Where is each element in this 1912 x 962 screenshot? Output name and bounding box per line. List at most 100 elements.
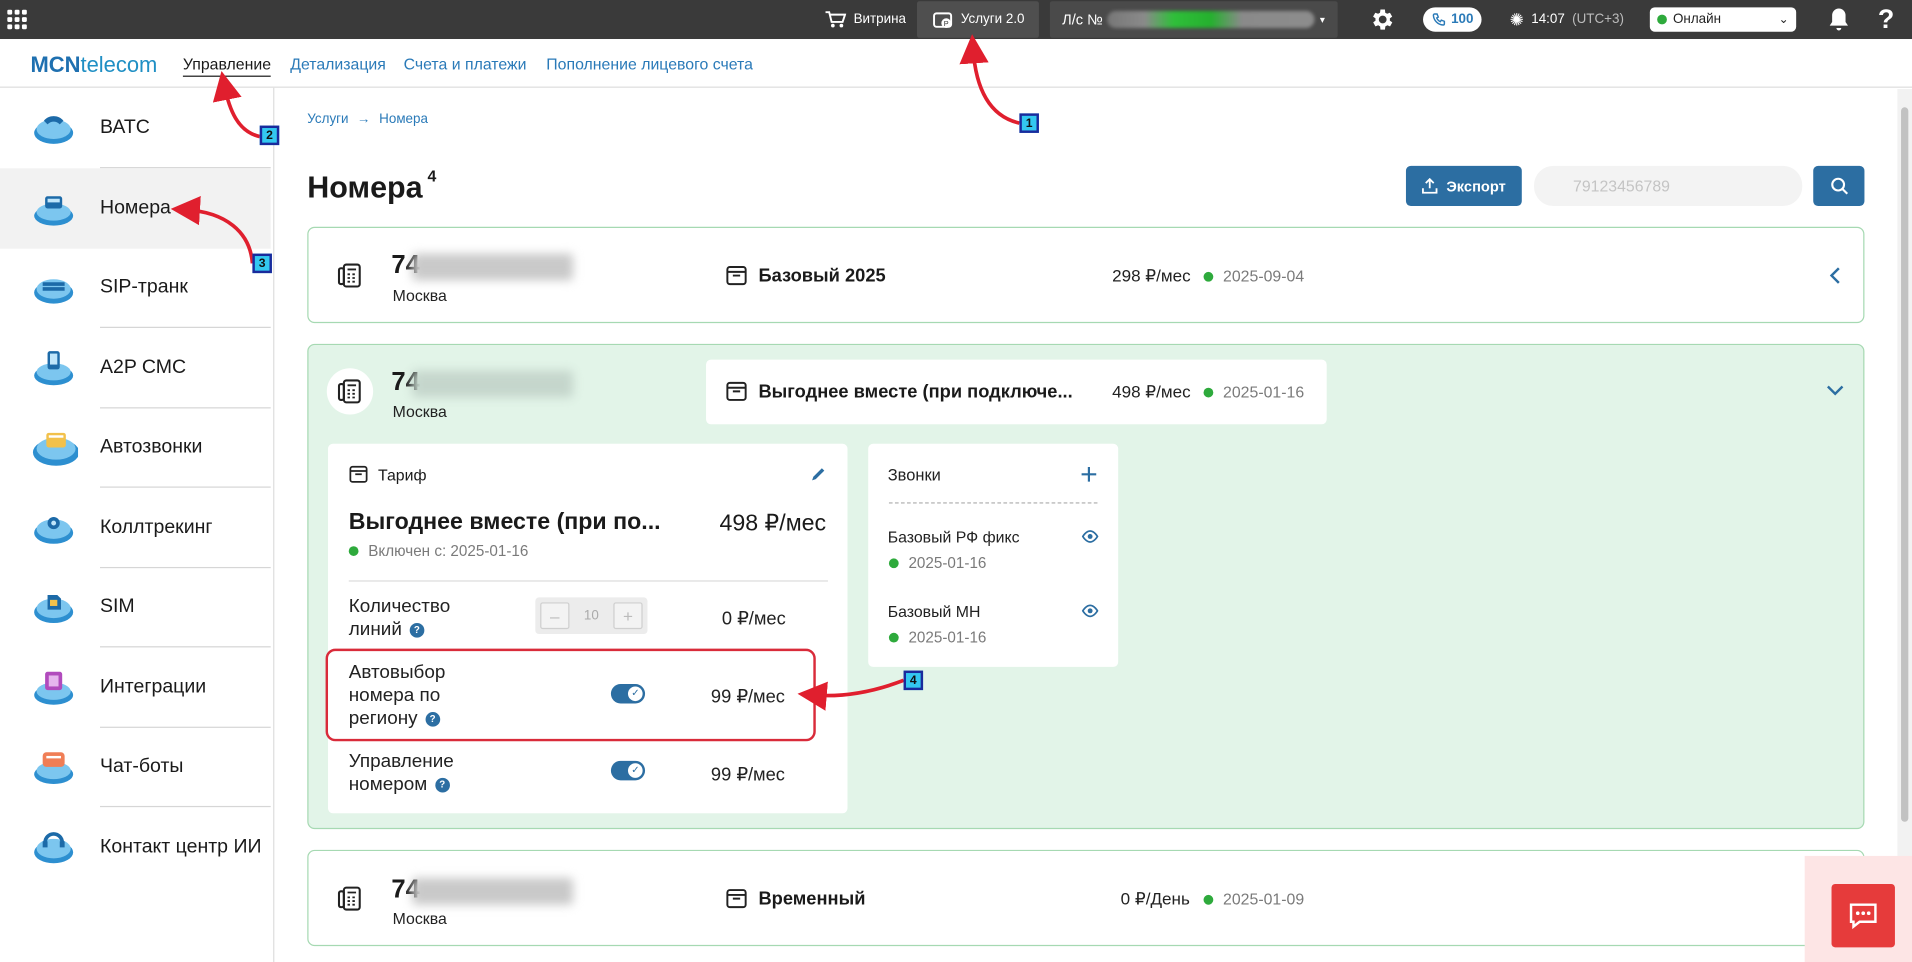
sidebar-item-ai-contact-center[interactable]: Контакт центр ИИ [0,807,271,887]
chat-button[interactable] [1831,883,1895,948]
arrow-right-icon: → [357,112,371,127]
sidebar-item-a2p-sms[interactable]: A2P СМС [0,328,271,409]
vitrina-link[interactable]: Витрина [824,0,906,39]
number-management-price: 99 ₽/мес [710,764,785,786]
export-button[interactable]: Экспорт [1405,165,1522,207]
chat-bubble-icon [1849,903,1877,930]
status-dot [888,632,899,643]
account-number-redacted [1107,10,1316,29]
lines-count-label: Количество линий ? [348,596,451,641]
main-nav-bar [0,39,1912,88]
help-button[interactable]: ? [1878,0,1894,39]
sidebar-item-autocalls[interactable]: Автозвонки [0,407,271,488]
breadcrumb-services[interactable]: Услуги [307,112,348,127]
current-time: 14:07 [1531,12,1565,27]
desk-phone-icon [337,379,361,404]
sidebar-item-vats[interactable]: ВАТС [0,88,271,169]
sidebar-item-label: Коллтрекинг [99,516,213,538]
annotation-highlight-box [325,648,816,742]
tariff-date: 2025-01-16 [1203,383,1304,401]
sip-trunk-cloud-icon [34,279,74,304]
archive-box-icon [349,465,368,483]
eye-icon[interactable] [1081,604,1099,619]
annotation-marker-2: 2 [259,125,280,146]
eye-icon[interactable] [1081,529,1099,544]
sidebar-item-label: A2P СМС [99,357,187,378]
sim-cloud-icon [34,594,74,624]
services-button[interactable]: P Услуги 2.0 [916,1,1040,38]
sidebar-item-label: ВАТС [99,117,150,138]
sidebar-item-label: Интеграции [99,676,207,698]
phone-icon [1432,13,1446,26]
divider [348,580,828,582]
sidebar-item-calltracking[interactable]: Коллтрекинг [0,488,271,569]
sidebar-item-sip-trunk[interactable]: SIP-транк [0,248,271,328]
edit-pencil-icon[interactable] [810,466,827,483]
status-select[interactable]: Онлайн ⌄ [1649,0,1797,39]
calls-panel-heading: Звонки [887,465,941,485]
nav-invoices-payments[interactable]: Счета и платежи [404,55,527,73]
tariff-name: Выгоднее вместе (при подключе... [726,380,1073,402]
export-label: Экспорт [1446,177,1506,195]
nav-management[interactable]: Управление [182,55,272,77]
dashed-divider [888,502,1098,504]
sidebar-item-chatbots[interactable]: Чат-боты [0,727,271,808]
search-input[interactable] [1533,165,1803,207]
tariff-name: Базовый 2025 [726,265,886,287]
apps-grid-icon[interactable] [7,0,29,39]
sidebar-item-integrations[interactable]: Интеграции [0,647,271,728]
chevron-left-icon[interactable] [1828,266,1843,286]
number-city: Москва [392,402,447,421]
calltracking-cloud-icon [34,516,74,544]
annotation-marker-3: 3 [252,253,272,274]
cart-icon [825,11,847,28]
account-selector[interactable]: Л/с № ▾ [1049,1,1338,38]
notifications-bell-icon[interactable] [1828,0,1850,39]
tariff-date: 2025-09-04 [1203,267,1304,285]
chat-widget-area [1804,855,1912,962]
number-city: Москва [392,286,447,305]
help-question-icon[interactable]: ? [434,777,450,793]
call-package-date: 2025-01-16 [888,629,986,646]
sidebar-item-label: SIP-транк [99,276,188,298]
plus-icon[interactable] [1080,466,1097,483]
redacted-digits [412,253,574,281]
scrollbar-thumb[interactable] [1901,107,1909,822]
status-dot [1657,14,1667,25]
services-label: Услуги 2.0 [960,12,1025,27]
chevron-down-icon: ⌄ [1778,12,1789,27]
clock-widget: ✺ 14:07 (UTC+3) [1510,0,1624,39]
status-dot [1203,387,1214,397]
vitrina-label: Витрина [853,12,906,27]
status-dot [348,546,359,556]
sidebar-item-label: SIM [99,596,135,617]
lines-stepper[interactable]: – 10 + [535,597,648,635]
number-city: Москва [392,909,447,928]
desk-phone-icon [337,263,361,288]
sidebar-item-label: Автозвонки [99,436,203,458]
increment-button[interactable]: + [613,602,643,630]
chevron-down-icon[interactable] [1825,383,1845,398]
tariff-monthly-price: 498 ₽/мес [719,510,827,537]
calls-counter[interactable]: 100 [1423,0,1482,39]
chevron-down-icon: ▾ [1319,14,1325,25]
sidebar-item-numbers[interactable]: Номера [0,168,271,249]
number-management-toggle[interactable] [610,760,646,781]
nav-top-up[interactable]: Пополнение лицевого счета [546,55,753,73]
sidebar-item-label: Контакт центр ИИ [99,836,262,858]
sms-cloud-icon [34,351,74,386]
nav-details[interactable]: Детализация [290,55,386,73]
archive-box-icon [726,381,747,401]
settings-gear-icon[interactable] [1368,0,1395,39]
mcn-logo[interactable]: MCNtelecom [30,52,157,78]
search-button[interactable] [1813,165,1865,207]
decrement-button[interactable]: – [540,602,570,630]
sidebar-item-sim[interactable]: SIM [0,567,271,648]
timezone-label: (UTC+3) [1572,12,1624,27]
sidebar: ВАТС Номера SIP-транк A2P СМС Автозвонки… [0,87,275,962]
help-question-icon[interactable]: ? [409,622,425,638]
page-title: Номера 4 [307,166,437,205]
breadcrumb-numbers[interactable]: Номера [379,112,428,127]
redacted-digits [412,370,574,398]
redacted-digits [412,877,574,905]
